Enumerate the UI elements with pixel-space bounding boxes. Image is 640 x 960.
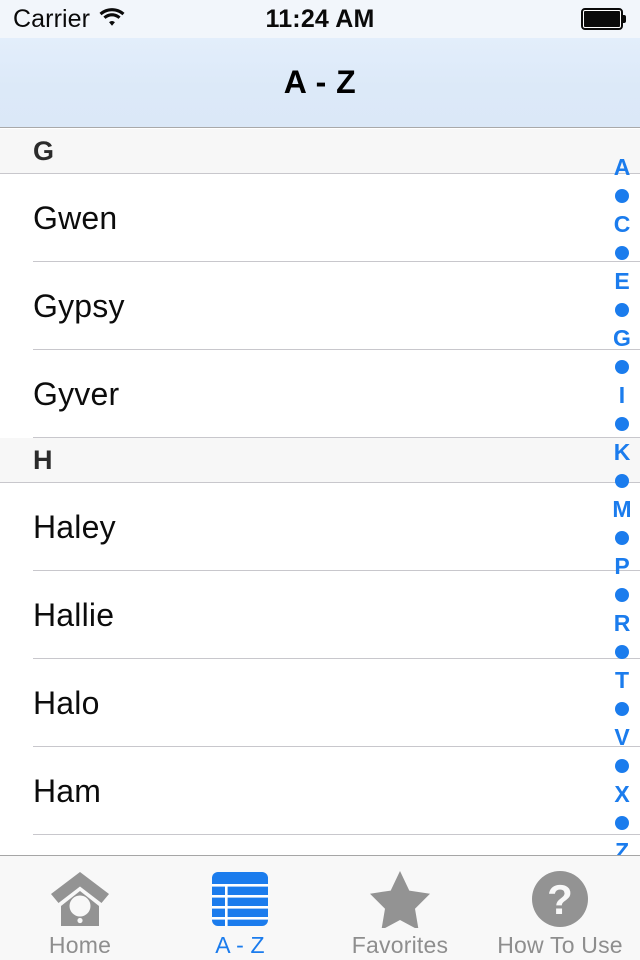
index-dot[interactable] [604, 474, 640, 488]
tab-label: How To Use [497, 932, 623, 958]
index-letter-x[interactable]: X [604, 783, 640, 806]
list-item-label: Ham [33, 772, 102, 809]
index-letter-m[interactable]: M [604, 498, 640, 521]
list-item[interactable]: Gypsy [0, 262, 640, 350]
index-letter-a[interactable]: A [604, 156, 640, 179]
tab-how-to-use[interactable]: ? How To Use [480, 856, 640, 960]
list-item-label: Haley [33, 508, 116, 545]
status-bar: Carrier 11:24 AM [0, 0, 640, 38]
tab-label: Home [48, 932, 112, 958]
tab-bar: Home A - Z Favorites ? How To Use [0, 855, 640, 960]
nav-bar: A - Z [0, 38, 640, 128]
tab-label: A - Z [215, 932, 265, 958]
names-list[interactable]: G Gwen Gypsy Gyver H Haley Hallie Halo H… [0, 129, 640, 855]
svg-text:?: ? [547, 876, 573, 923]
tab-favorites[interactable]: Favorites [320, 856, 480, 960]
index-letter-e[interactable]: E [604, 270, 640, 293]
birdhouse-icon [49, 868, 111, 930]
index-letter-r[interactable]: R [604, 612, 640, 635]
section-header: G [0, 129, 640, 174]
index-dot[interactable] [604, 417, 640, 431]
index-dot[interactable] [604, 246, 640, 260]
list-item-label: Gyver [33, 375, 120, 412]
app-screen: Carrier 11:24 AM A - Z G Gwen Gypsy Gyve… [0, 0, 640, 960]
battery-full-icon [581, 8, 626, 30]
page-title: A - Z [283, 64, 357, 100]
index-dot[interactable] [604, 360, 640, 374]
index-dot[interactable] [604, 303, 640, 317]
list-item[interactable]: Haley [0, 483, 640, 571]
alphabet-index[interactable]: ACEGIKMPRTVXZ# [604, 130, 640, 896]
index-letter-t[interactable]: T [604, 669, 640, 692]
status-bar-right [581, 0, 626, 38]
index-letter-c[interactable]: C [604, 213, 640, 236]
list-item[interactable]: Halo [0, 659, 640, 747]
index-letter-p[interactable]: P [604, 555, 640, 578]
list-item[interactable]: Ham [0, 747, 640, 835]
index-dot[interactable] [604, 645, 640, 659]
star-icon [369, 868, 431, 930]
index-letter-i[interactable]: I [604, 384, 640, 407]
list-item-label: Hallie [33, 596, 115, 633]
index-dot[interactable] [604, 702, 640, 716]
index-dot[interactable] [604, 588, 640, 602]
tab-a-z[interactable]: A - Z [160, 856, 320, 960]
index-letter-v[interactable]: V [604, 726, 640, 749]
status-bar-time: 11:24 AM [265, 4, 375, 33]
list-item[interactable]: Hallie [0, 571, 640, 659]
index-dot[interactable] [604, 189, 640, 203]
tab-home[interactable]: Home [0, 856, 160, 960]
list-item-label: Gypsy [33, 287, 125, 324]
index-dot[interactable] [604, 531, 640, 545]
list-item[interactable]: Gyver [0, 350, 640, 438]
index-dot[interactable] [604, 759, 640, 773]
question-circle-icon: ? [531, 868, 589, 930]
list-item-label: Gwen [33, 199, 118, 236]
index-letter-k[interactable]: K [604, 441, 640, 464]
table-list-icon [211, 868, 269, 930]
index-letter-g[interactable]: G [604, 327, 640, 350]
list-item-label: Halo [33, 684, 100, 721]
tab-label: Favorites [351, 932, 449, 958]
list-item[interactable]: Gwen [0, 174, 640, 262]
section-header: H [0, 438, 640, 483]
index-dot[interactable] [604, 816, 640, 830]
